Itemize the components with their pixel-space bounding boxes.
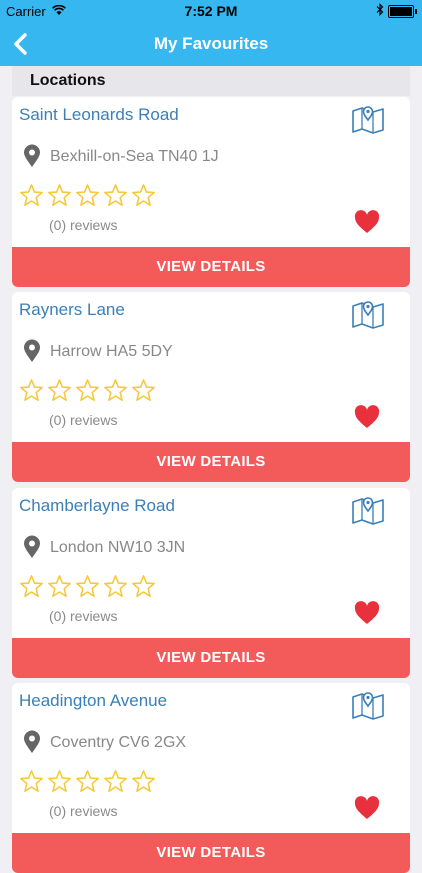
review-count: (0) reviews: [49, 803, 118, 819]
map-icon[interactable]: [351, 298, 385, 330]
review-count: (0) reviews: [49, 217, 118, 233]
favourite-heart-icon[interactable]: [354, 210, 380, 234]
location-pin-icon: [23, 535, 41, 559]
rating-stars[interactable]: [19, 574, 156, 599]
star-icon[interactable]: [103, 378, 128, 403]
favourite-heart-icon[interactable]: [354, 796, 380, 820]
location-pin-icon: [23, 144, 41, 168]
star-icon[interactable]: [19, 378, 44, 403]
location-card[interactable]: Rayners Lane Harrow HA5 5DY (0) reviews …: [12, 292, 410, 482]
star-icon[interactable]: [47, 769, 72, 794]
view-details-button[interactable]: VIEW DETAILS: [12, 247, 410, 287]
star-icon[interactable]: [103, 769, 128, 794]
star-icon[interactable]: [19, 183, 44, 208]
location-address: London NW10 3JN: [50, 539, 186, 556]
star-icon[interactable]: [47, 183, 72, 208]
map-icon[interactable]: [351, 494, 385, 526]
review-count: (0) reviews: [49, 412, 118, 428]
section-header: Locations: [12, 66, 410, 96]
location-address: Harrow HA5 5DY: [50, 343, 173, 360]
location-name[interactable]: Chamberlayne Road: [19, 496, 175, 516]
battery-icon: [388, 5, 417, 18]
rating-stars[interactable]: [19, 769, 156, 794]
bluetooth-icon: [376, 3, 384, 19]
rating-stars[interactable]: [19, 378, 156, 403]
star-icon[interactable]: [131, 183, 156, 208]
map-icon[interactable]: [351, 689, 385, 721]
star-icon[interactable]: [75, 183, 100, 208]
star-icon[interactable]: [75, 574, 100, 599]
star-icon[interactable]: [131, 769, 156, 794]
star-icon[interactable]: [131, 378, 156, 403]
navigation-bar: My Favourites: [0, 22, 422, 66]
location-card[interactable]: Saint Leonards Road Bexhill-on-Sea TN40 …: [12, 97, 410, 287]
location-card[interactable]: Headington Avenue Coventry CV6 2GX (0) r…: [12, 683, 410, 873]
section-title: Locations: [30, 72, 106, 89]
location-pin-icon: [23, 339, 41, 363]
star-icon[interactable]: [131, 574, 156, 599]
star-icon[interactable]: [103, 183, 128, 208]
star-icon[interactable]: [19, 769, 44, 794]
location-name[interactable]: Headington Avenue: [19, 691, 167, 711]
status-bar: Carrier 7:52 PM: [0, 0, 422, 22]
map-icon[interactable]: [351, 103, 385, 135]
favourite-heart-icon[interactable]: [354, 601, 380, 625]
view-details-button[interactable]: VIEW DETAILS: [12, 833, 410, 873]
view-details-button[interactable]: VIEW DETAILS: [12, 638, 410, 678]
location-address: Coventry CV6 2GX: [50, 734, 187, 751]
location-address: Bexhill-on-Sea TN40 1J: [50, 148, 219, 165]
location-card[interactable]: Chamberlayne Road London NW10 3JN (0) re…: [12, 488, 410, 678]
status-time: 7:52 PM: [184, 3, 238, 19]
star-icon[interactable]: [47, 574, 72, 599]
favourite-heart-icon[interactable]: [354, 405, 380, 429]
review-count: (0) reviews: [49, 608, 118, 624]
star-icon[interactable]: [47, 378, 72, 403]
view-details-button[interactable]: VIEW DETAILS: [12, 442, 410, 482]
location-pin-icon: [23, 730, 41, 754]
star-icon[interactable]: [75, 769, 100, 794]
page-title: My Favourites: [153, 34, 269, 53]
star-icon[interactable]: [19, 574, 44, 599]
location-name[interactable]: Saint Leonards Road: [19, 105, 179, 125]
star-icon[interactable]: [75, 378, 100, 403]
location-name[interactable]: Rayners Lane: [19, 300, 125, 320]
rating-stars[interactable]: [19, 183, 156, 208]
star-icon[interactable]: [103, 574, 128, 599]
